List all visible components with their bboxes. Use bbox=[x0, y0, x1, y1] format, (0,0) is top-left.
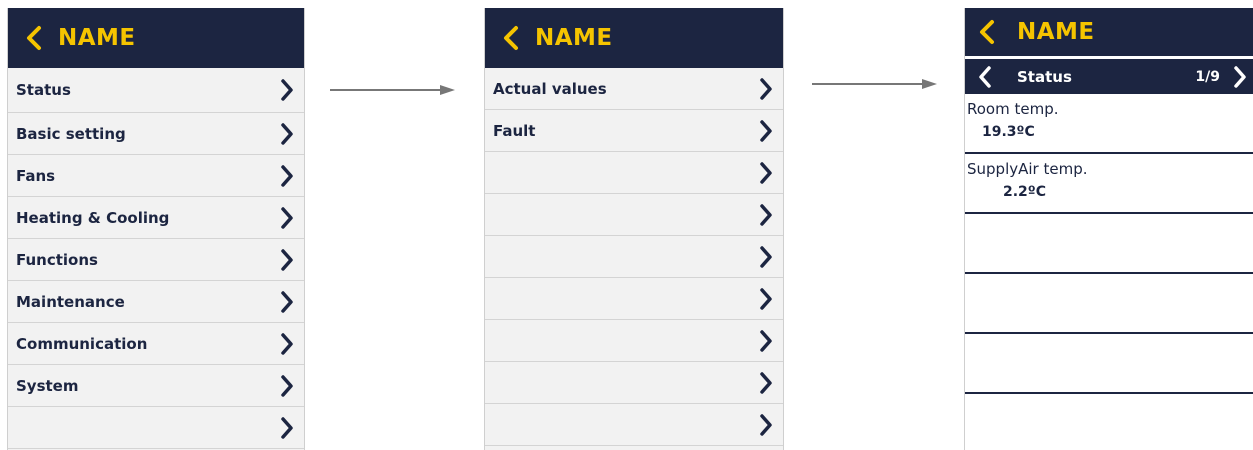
menu-item-heating-cooling[interactable]: Heating & Cooling bbox=[8, 197, 304, 239]
chevron-right-icon bbox=[281, 122, 293, 145]
menu-list: Actual values Fault bbox=[485, 68, 783, 446]
menu-item-status[interactable]: Status bbox=[8, 68, 304, 113]
chevron-right-icon bbox=[760, 77, 772, 100]
menu-item-empty[interactable] bbox=[485, 404, 783, 446]
chevron-right-icon bbox=[281, 79, 293, 101]
page-navigator: Status 1/9 bbox=[965, 56, 1253, 94]
menu-item-label: Fans bbox=[16, 166, 56, 185]
menu-item-label: Functions bbox=[16, 250, 98, 269]
chevron-left-icon[interactable] bbox=[977, 19, 997, 45]
chevron-right-icon bbox=[760, 203, 772, 226]
screen-main-menu: NAME Status Basic setting Fans Heating &… bbox=[7, 8, 305, 450]
menu-item-functions[interactable]: Functions bbox=[8, 239, 304, 281]
menu-item-maintenance[interactable]: Maintenance bbox=[8, 281, 304, 323]
menu-item-label: Fault bbox=[493, 121, 536, 140]
value-reading: 19.3ºC bbox=[982, 124, 1035, 140]
menu-item-basic-setting[interactable]: Basic setting bbox=[8, 113, 304, 155]
value-row-empty bbox=[965, 214, 1253, 274]
chevron-right-icon bbox=[281, 164, 293, 187]
menu-item-communication[interactable]: Communication bbox=[8, 323, 304, 365]
menu-item-fault[interactable]: Fault bbox=[485, 110, 783, 152]
menu-item-empty[interactable] bbox=[485, 320, 783, 362]
chevron-right-icon bbox=[281, 374, 293, 397]
screen-title: NAME bbox=[535, 25, 613, 51]
value-label: Room temp. bbox=[967, 100, 1059, 118]
chevron-right-icon bbox=[760, 287, 772, 310]
chevron-right-icon bbox=[760, 245, 772, 268]
chevron-left-icon[interactable] bbox=[501, 25, 521, 51]
menu-item-system[interactable]: System bbox=[8, 365, 304, 407]
menu-item-label: System bbox=[16, 376, 79, 395]
menu-item-empty[interactable] bbox=[8, 407, 304, 449]
chevron-right-icon[interactable] bbox=[1232, 65, 1248, 89]
chevron-left-icon[interactable] bbox=[24, 25, 44, 51]
value-reading: 2.2ºC bbox=[1003, 184, 1046, 200]
flow-arrow-icon bbox=[812, 79, 937, 89]
menu-item-actual-values[interactable]: Actual values bbox=[485, 68, 783, 110]
page-title: Status bbox=[1017, 67, 1072, 86]
chevron-right-icon bbox=[760, 371, 772, 394]
screen-status-values: NAME Status 1/9 Room temp. 19.3ºC Supply… bbox=[964, 8, 1253, 450]
value-row-empty bbox=[965, 274, 1253, 334]
chevron-right-icon bbox=[760, 119, 772, 142]
chevron-right-icon bbox=[281, 206, 293, 229]
page-counter: 1/9 bbox=[1195, 68, 1220, 85]
chevron-left-icon[interactable] bbox=[977, 65, 993, 89]
screen-header: NAME bbox=[965, 8, 1253, 56]
chevron-right-icon bbox=[281, 290, 293, 313]
chevron-right-icon bbox=[760, 329, 772, 352]
menu-item-label: Communication bbox=[16, 334, 148, 353]
screen-header: NAME bbox=[8, 8, 304, 68]
chevron-right-icon bbox=[760, 161, 772, 184]
menu-item-empty[interactable] bbox=[485, 152, 783, 194]
value-row-room-temp: Room temp. 19.3ºC bbox=[965, 94, 1253, 154]
menu-item-empty[interactable] bbox=[485, 362, 783, 404]
menu-list: Status Basic setting Fans Heating & Cool… bbox=[8, 68, 304, 449]
value-row-empty bbox=[965, 334, 1253, 394]
value-row-supplyair-temp: SupplyAir temp. 2.2ºC bbox=[965, 154, 1253, 214]
menu-item-empty[interactable] bbox=[485, 278, 783, 320]
menu-item-empty[interactable] bbox=[485, 236, 783, 278]
menu-item-label: Basic setting bbox=[16, 124, 126, 143]
screen-title: NAME bbox=[1017, 19, 1095, 45]
screen-status-menu: NAME Actual values Fault bbox=[484, 8, 784, 450]
chevron-right-icon bbox=[281, 248, 293, 271]
menu-item-label: Maintenance bbox=[16, 292, 125, 311]
menu-item-fans[interactable]: Fans bbox=[8, 155, 304, 197]
menu-item-label: Actual values bbox=[493, 79, 607, 98]
menu-item-empty[interactable] bbox=[485, 194, 783, 236]
value-label: SupplyAir temp. bbox=[967, 160, 1088, 178]
screen-title: NAME bbox=[58, 25, 136, 51]
flow-arrow-icon bbox=[330, 85, 455, 95]
chevron-right-icon bbox=[281, 416, 293, 439]
screen-header: NAME bbox=[485, 8, 783, 68]
menu-item-label: Heating & Cooling bbox=[16, 208, 170, 227]
chevron-right-icon bbox=[760, 413, 772, 436]
chevron-right-icon bbox=[281, 332, 293, 355]
menu-item-label: Status bbox=[16, 81, 71, 99]
